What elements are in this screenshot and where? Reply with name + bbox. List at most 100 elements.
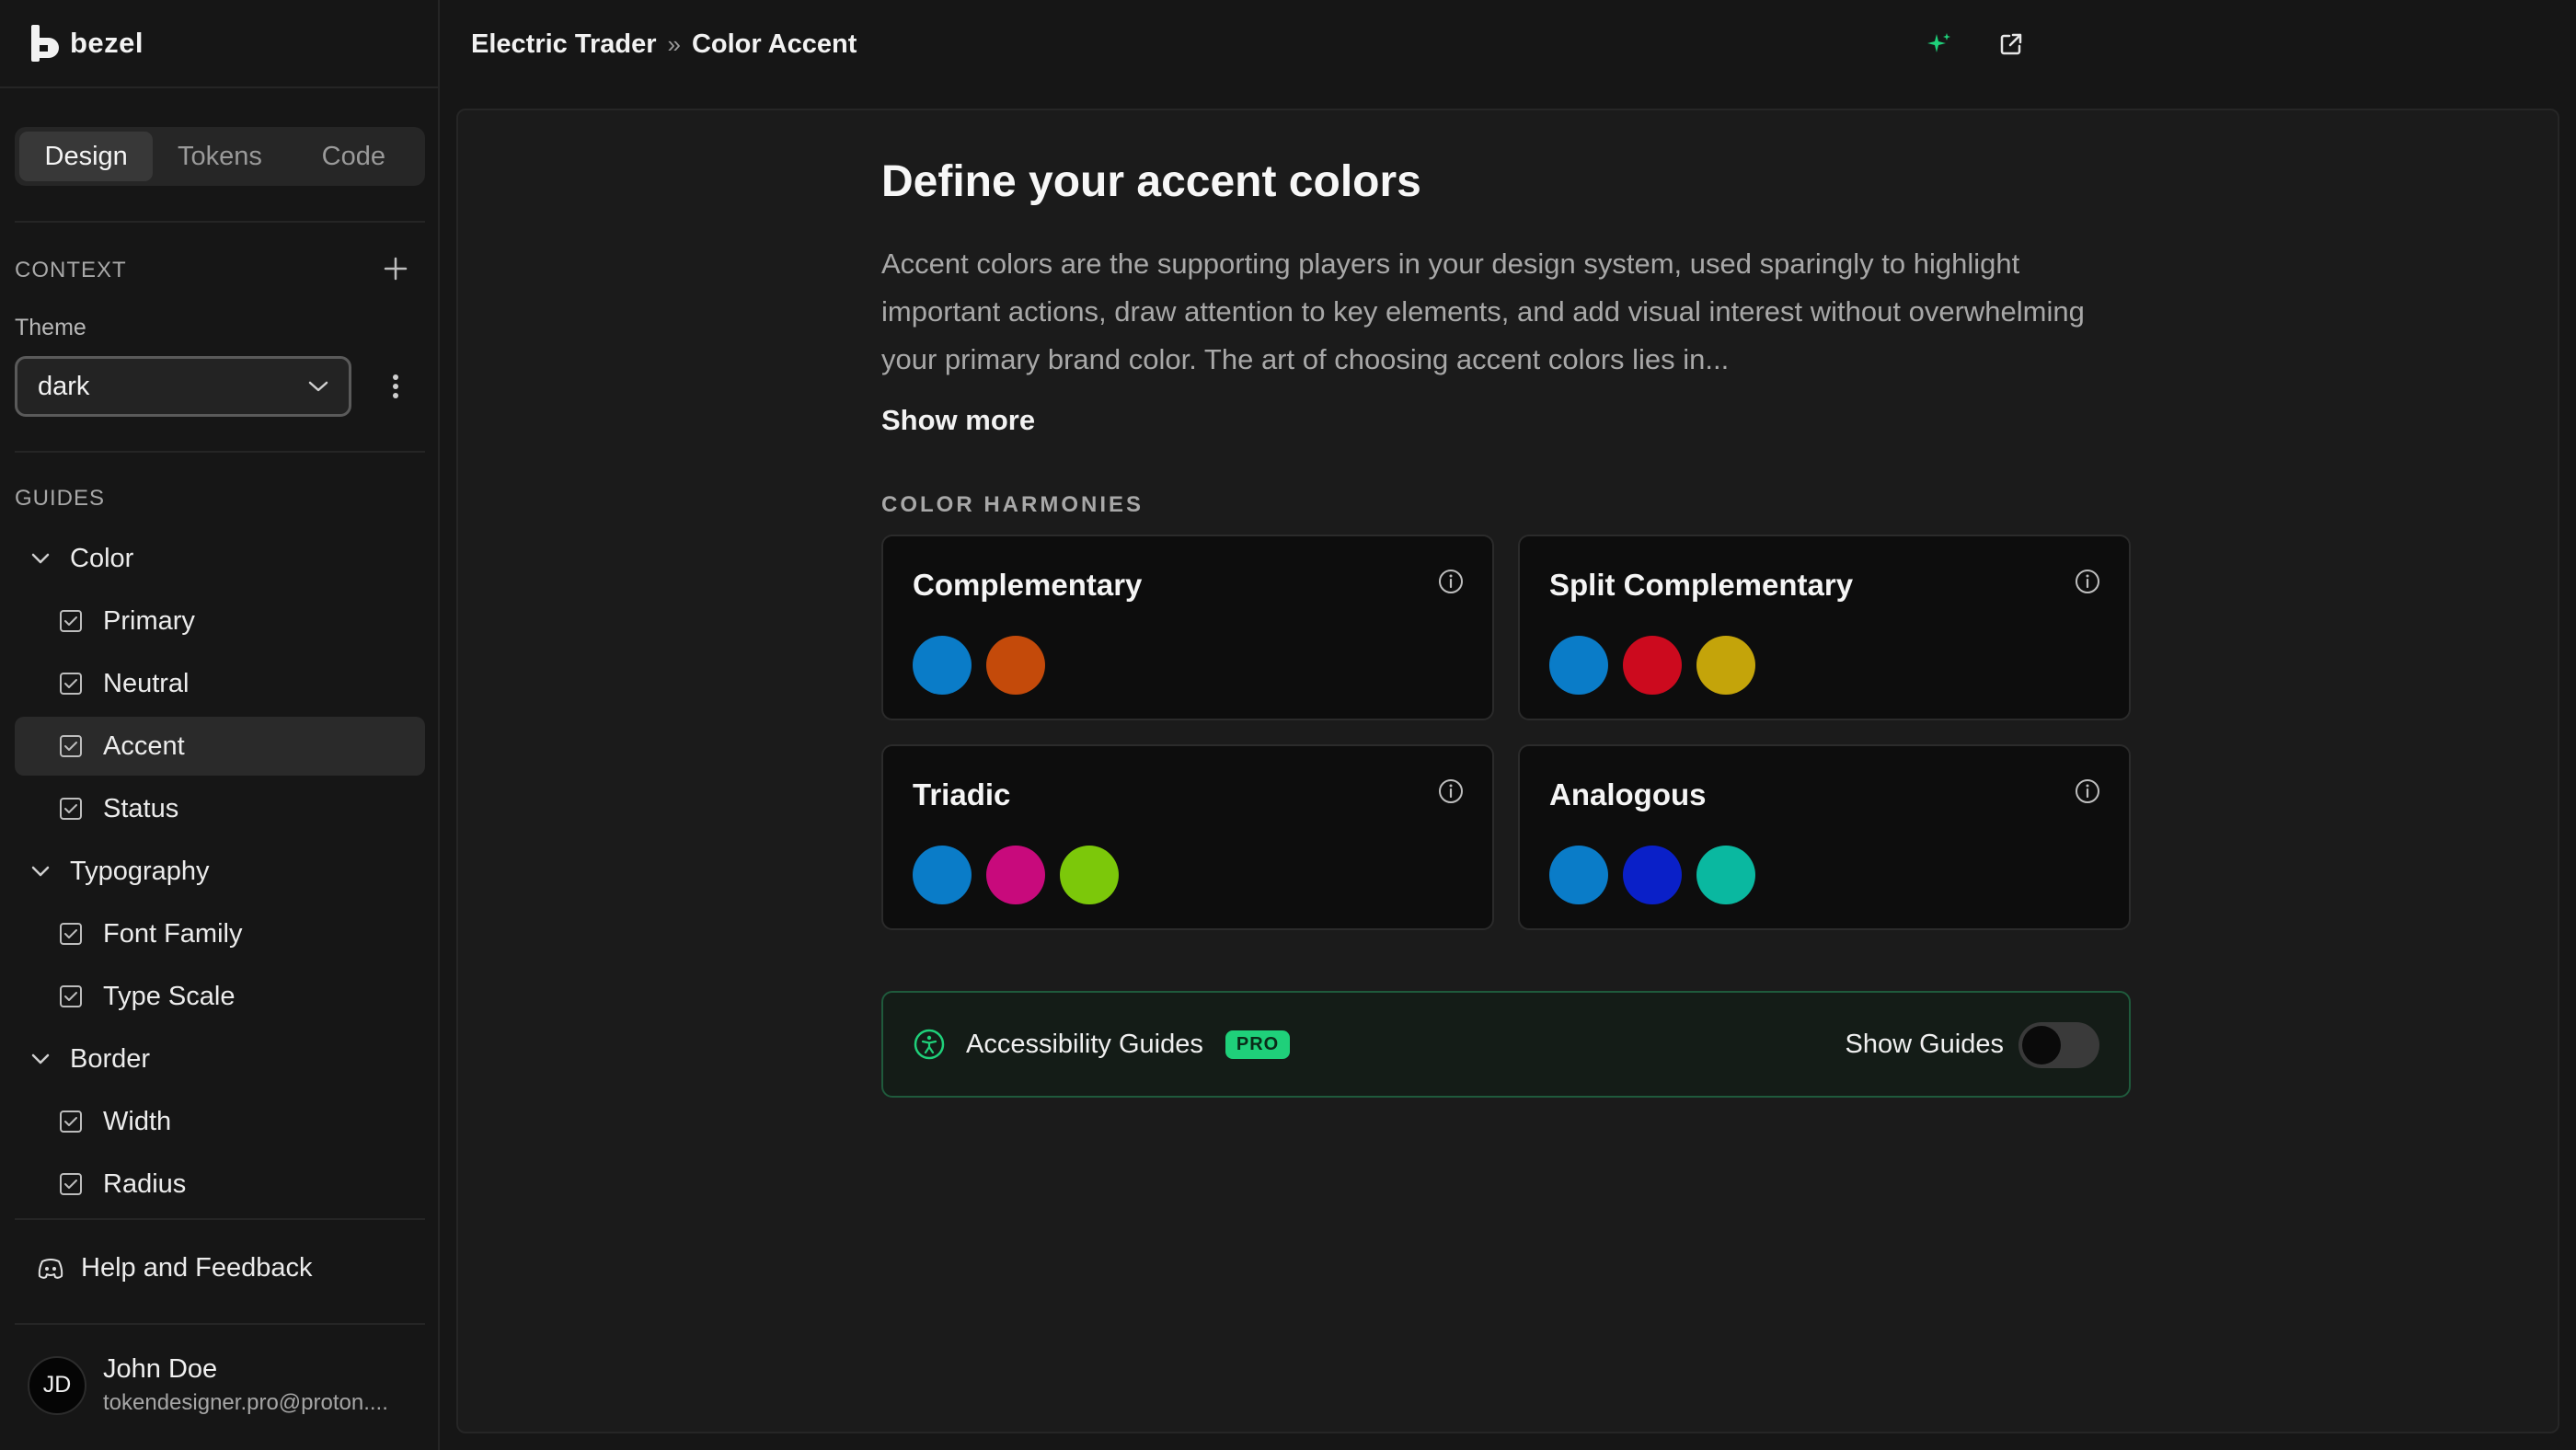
- info-icon[interactable]: [1437, 568, 1465, 595]
- info-icon[interactable]: [1437, 777, 1465, 805]
- color-swatch[interactable]: [913, 636, 972, 695]
- tree-item-accent[interactable]: Accent: [15, 717, 425, 776]
- harmony-card-triadic[interactable]: Triadic: [881, 744, 1494, 930]
- help-feedback-link[interactable]: Help and Feedback: [37, 1253, 313, 1283]
- chevron-down-icon: [31, 1053, 50, 1064]
- harmony-card-complementary[interactable]: Complementary: [881, 535, 1494, 720]
- color-swatch[interactable]: [986, 636, 1045, 695]
- info-icon[interactable]: [2074, 568, 2101, 595]
- page-title: Define your accent colors: [881, 157, 1421, 206]
- show-more-link[interactable]: Show more: [881, 404, 1035, 437]
- breadcrumb-current: Color Accent: [691, 29, 857, 59]
- user-profile[interactable]: JD John Doe tokendesigner.pro@proton....: [28, 1354, 407, 1416]
- harmonies-label: COLOR HARMONIES: [881, 492, 1144, 517]
- discord-icon: [38, 1258, 63, 1279]
- page-description: Accent colors are the supporting players…: [881, 247, 2085, 375]
- divider: [15, 221, 425, 223]
- more-vertical-icon: [393, 374, 398, 398]
- brand-name: bezel: [70, 27, 144, 59]
- toggle-knob: [2022, 1026, 2061, 1064]
- divider: [15, 1323, 425, 1325]
- show-guides-toggle[interactable]: [2018, 1022, 2099, 1068]
- checkbox-checked-icon: [60, 673, 82, 695]
- harmony-title: Analogous: [1549, 777, 1707, 811]
- info-icon[interactable]: [2074, 777, 2101, 805]
- tree-item-label: Type Scale: [103, 981, 236, 1011]
- tree-group-typography[interactable]: Typography: [15, 842, 425, 901]
- tree-group-label: Color: [70, 543, 134, 573]
- breadcrumb-separator: »: [667, 29, 681, 58]
- tree-item-radius[interactable]: Radius: [15, 1155, 425, 1214]
- color-swatch[interactable]: [913, 846, 972, 904]
- tree-item-type-scale[interactable]: Type Scale: [15, 967, 425, 1026]
- tab-tokens[interactable]: Tokens: [153, 132, 286, 181]
- breadcrumb-project[interactable]: Electric Trader: [471, 29, 657, 60]
- theme-select[interactable]: dark: [15, 356, 351, 417]
- color-swatch[interactable]: [1623, 846, 1682, 904]
- tree-item-label: Primary: [103, 605, 195, 636]
- view-tabs: Design Tokens Code: [15, 127, 425, 186]
- tree-group-label: Border: [70, 1043, 151, 1074]
- user-name: John Doe: [103, 1354, 218, 1384]
- color-swatch[interactable]: [1623, 636, 1682, 695]
- harmonies-grid: Complementary Split Complementary Triadi…: [881, 535, 2133, 930]
- tab-design[interactable]: Design: [19, 132, 154, 181]
- main-area: Electric Trader » Color Accent Define yo…: [440, 0, 2576, 1450]
- harmony-card-split-complementary[interactable]: Split Complementary: [1518, 535, 2131, 720]
- chevron-down-icon: [308, 381, 328, 392]
- color-swatch[interactable]: [986, 846, 1045, 904]
- tree-item-status[interactable]: Status: [15, 779, 425, 838]
- open-external-button[interactable]: [1993, 26, 2030, 63]
- swatch-row: [1549, 846, 2099, 904]
- tree-item-label: Font Family: [103, 918, 243, 949]
- top-bar: Electric Trader » Color Accent: [440, 0, 2576, 88]
- user-info: John Doe tokendesigner.pro@proton....: [103, 1354, 407, 1416]
- guides-tree: Color Primary Neutral Accent Status Typo…: [15, 529, 425, 1217]
- tree-group-color[interactable]: Color: [15, 529, 425, 588]
- guides-label: GUIDES: [15, 486, 106, 511]
- theme-label: Theme: [15, 315, 86, 340]
- tree-item-label: Accent: [103, 731, 185, 761]
- plus-icon: [384, 257, 408, 281]
- color-swatch[interactable]: [1060, 846, 1119, 904]
- avatar: JD: [28, 1355, 86, 1415]
- sparkle-icon: [1927, 33, 1950, 52]
- tab-code[interactable]: Code: [287, 132, 420, 181]
- ai-sparkle-button[interactable]: [1921, 26, 1958, 63]
- harmony-card-analogous[interactable]: Analogous: [1518, 744, 2131, 930]
- pro-badge: PRO: [1225, 1030, 1291, 1059]
- color-swatch[interactable]: [1549, 846, 1608, 904]
- accessibility-guides-bar: Accessibility Guides PRO Show Guides: [881, 991, 2131, 1098]
- checkbox-checked-icon: [60, 1173, 82, 1195]
- tree-item-font-family[interactable]: Font Family: [15, 904, 425, 963]
- color-swatch[interactable]: [1696, 846, 1755, 904]
- color-swatch[interactable]: [1696, 636, 1755, 695]
- divider: [15, 451, 425, 453]
- tree-item-label: Radius: [103, 1168, 187, 1199]
- sidebar: bezel Design Tokens Code CONTEXT Theme d…: [0, 0, 440, 1450]
- accent-guide: Define your accent colors Accent colors …: [881, 156, 2133, 1098]
- tree-group-border[interactable]: Border: [15, 1030, 425, 1088]
- add-context-button[interactable]: [377, 250, 414, 287]
- tree-item-neutral[interactable]: Neutral: [15, 654, 425, 713]
- content-panel: Define your accent colors Accent colors …: [456, 109, 2559, 1433]
- color-swatch[interactable]: [1549, 636, 1608, 695]
- accessibility-label: Accessibility Guides: [966, 1029, 1203, 1059]
- swatch-row: [1549, 636, 2099, 695]
- checkbox-checked-icon: [60, 735, 82, 757]
- checkbox-checked-icon: [60, 1111, 82, 1133]
- help-feedback-label: Help and Feedback: [81, 1253, 313, 1283]
- tree-group-label: Typography: [70, 856, 210, 886]
- tree-item-label: Neutral: [103, 668, 190, 698]
- checkbox-checked-icon: [60, 985, 82, 1007]
- swatch-row: [913, 846, 1463, 904]
- brand[interactable]: bezel: [0, 0, 438, 88]
- chevron-down-icon: [31, 866, 50, 877]
- theme-select-value: dark: [38, 371, 90, 401]
- tree-item-primary[interactable]: Primary: [15, 592, 425, 650]
- bezel-logo-icon: [31, 25, 59, 62]
- theme-options-button[interactable]: [377, 368, 414, 405]
- chevron-down-icon: [31, 553, 50, 564]
- accessibility-icon: [914, 1029, 945, 1060]
- tree-item-width[interactable]: Width: [15, 1092, 425, 1151]
